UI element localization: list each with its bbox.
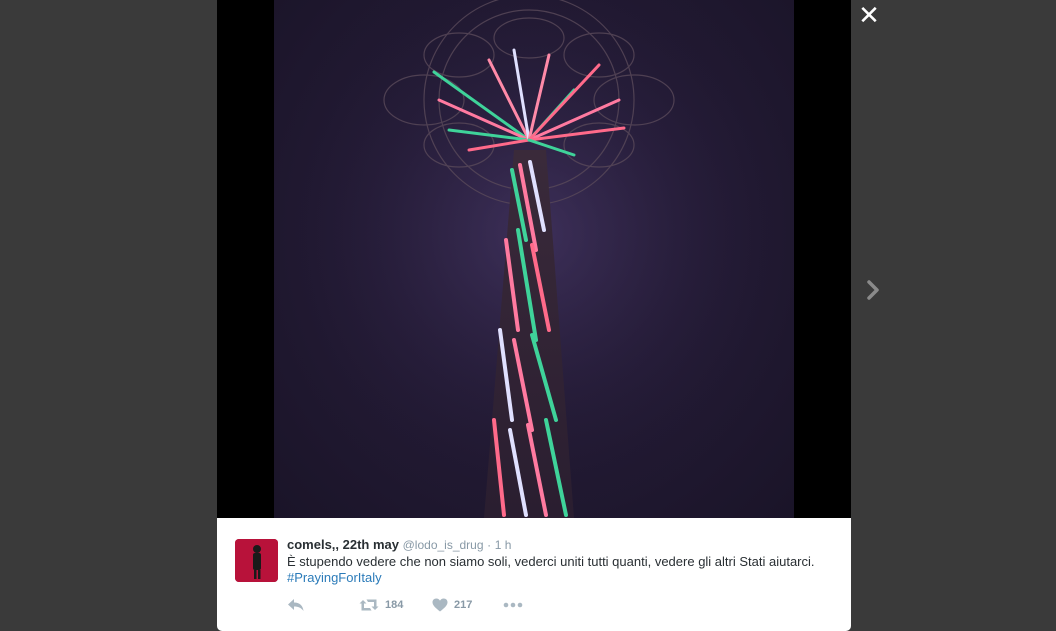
reply-icon <box>288 599 304 611</box>
more-button[interactable] <box>503 596 523 614</box>
tweet-actions: 184 217 <box>287 596 587 614</box>
more-icon <box>503 602 523 608</box>
reply-button[interactable] <box>287 596 305 614</box>
separator: · <box>487 538 492 552</box>
tweet-body: È stupendo vedere che non siamo soli, ve… <box>287 554 815 569</box>
avatar[interactable] <box>235 539 278 582</box>
close-button[interactable]: ✕ <box>858 3 880 29</box>
user-handle[interactable]: @lodo_is_drug <box>403 538 484 552</box>
timestamp[interactable]: 1 h <box>495 538 512 552</box>
display-name[interactable]: comels,, 22th may <box>287 537 399 552</box>
like-button[interactable]: 217 <box>432 596 472 614</box>
media-viewer <box>217 0 851 518</box>
retweet-icon <box>359 599 379 611</box>
hashtag-link[interactable]: #PrayingForItaly <box>287 570 827 586</box>
next-image-button[interactable] <box>862 278 884 302</box>
like-count: 217 <box>454 599 473 611</box>
tweet-text: È stupendo vedere che non siamo soli, ve… <box>287 554 827 586</box>
tower-illustration <box>274 0 794 518</box>
tweet-card: comels,, 22th may @lodo_is_drug · 1 h È … <box>217 518 851 631</box>
retweet-button[interactable]: 184 <box>359 596 403 614</box>
chevron-right-icon <box>867 280 879 300</box>
heart-icon <box>432 598 448 612</box>
tweet-header: comels,, 22th may @lodo_is_drug · 1 h <box>287 537 511 552</box>
retweet-count: 184 <box>385 599 404 611</box>
tweet-photo[interactable] <box>274 0 794 518</box>
